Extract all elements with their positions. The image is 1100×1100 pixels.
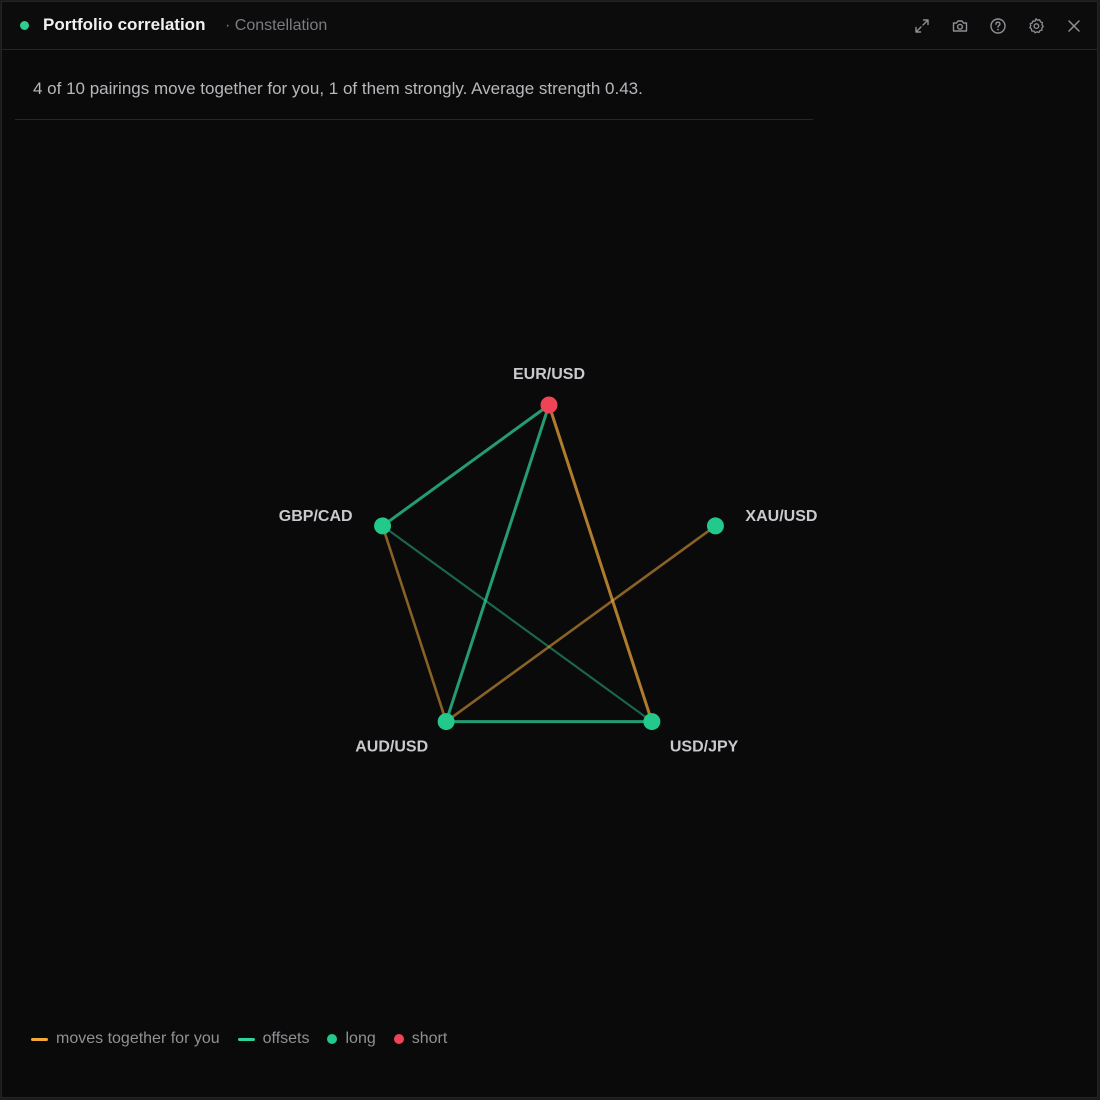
legend: moves together for you offsets long shor… [31,1030,465,1048]
node-label-usd-jpy: USD/JPY [670,739,739,756]
node-xau-usd[interactable]: XAU/USD [706,508,818,535]
node-dot-eur-usd[interactable] [540,396,558,414]
node-dot-usd-jpy[interactable] [643,713,661,731]
nodes-layer: EUR/USD XAU/USD USD/JPY AUD/USD GBP/CAD [279,366,818,756]
legend-swatch-short [393,1034,404,1044]
node-label-gbp-cad: GBP/CAD [279,508,353,525]
edge-eur-usd-gbp-cad[interactable] [381,403,551,528]
edge-eur-usd-usd-jpy[interactable] [547,403,654,724]
legend-swatch-long [327,1034,338,1044]
node-label-xau-usd: XAU/USD [745,508,817,525]
legend-item-long: long [327,1030,376,1048]
legend-label-moves-together: moves together for you [56,1030,220,1047]
edge-aud-usd-xau-usd[interactable] [444,524,717,723]
legend-item-offsets: offsets [237,1030,310,1048]
legend-label-short: short [411,1030,448,1047]
legend-item-moves-together: moves together for you [31,1030,220,1048]
legend-item-short: short [393,1030,448,1048]
node-label-eur-usd: EUR/USD [513,366,585,383]
edges-layer [381,403,717,724]
edge-eur-usd-aud-usd[interactable] [444,403,551,724]
edge-gbp-cad-aud-usd[interactable] [381,524,448,723]
node-gbp-cad[interactable]: GBP/CAD [279,508,392,535]
legend-label-offsets: offsets [262,1030,310,1047]
node-label-aud-usd: AUD/USD [355,739,428,756]
legend-swatch-offsets [237,1037,255,1041]
legend-label-long: long [345,1030,376,1047]
node-usd-jpy[interactable]: USD/JPY [643,713,739,756]
edge-gbp-cad-usd-jpy[interactable] [381,524,653,723]
node-dot-xau-usd[interactable] [706,517,724,535]
node-eur-usd[interactable]: EUR/USD [513,366,585,414]
node-dot-gbp-cad[interactable] [374,517,392,535]
node-aud-usd[interactable]: AUD/USD [355,713,455,756]
constellation-graph: EUR/USD XAU/USD USD/JPY AUD/USD GBP/CAD [279,366,818,756]
legend-swatch-moves-together [31,1037,48,1041]
node-dot-aud-usd[interactable] [437,713,455,731]
